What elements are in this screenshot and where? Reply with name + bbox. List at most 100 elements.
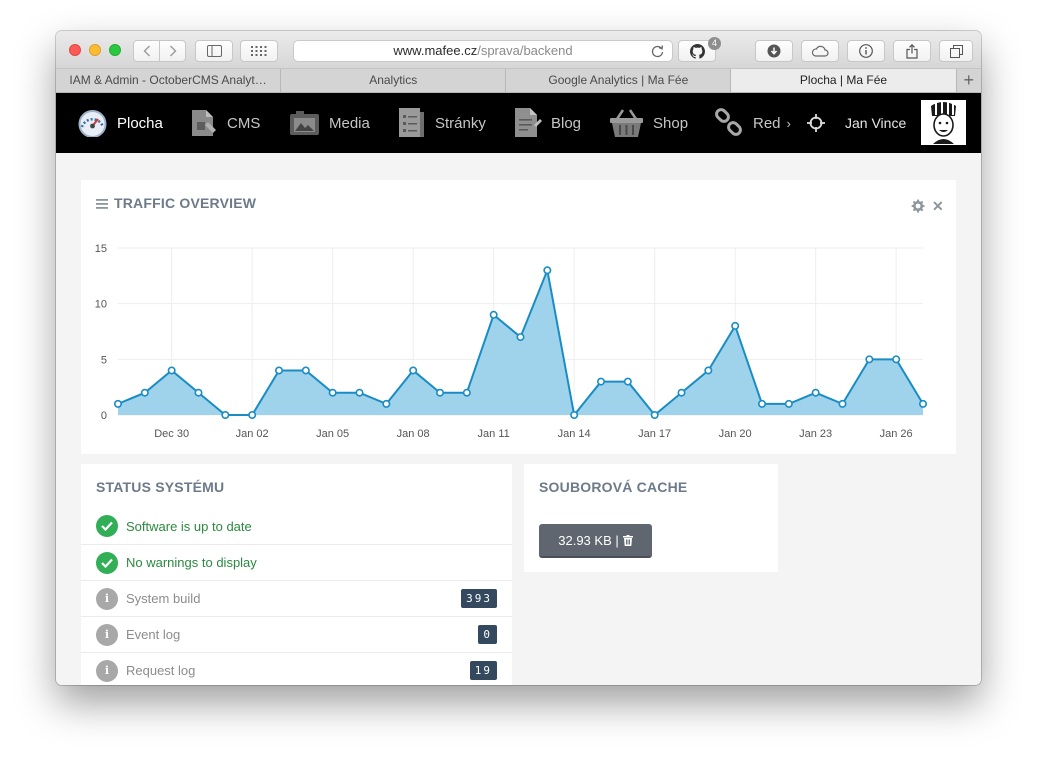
info-icon: i: [96, 659, 118, 682]
data-point: [248, 411, 257, 420]
address-bar[interactable]: www.mafee.cz/sprava/backend: [293, 40, 673, 62]
x-tick-label: Jan 26: [880, 428, 913, 440]
x-tick-label: Jan 05: [316, 428, 349, 440]
page-info-button[interactable]: [847, 40, 885, 62]
data-point: [704, 366, 713, 375]
shopping-basket-icon: [609, 108, 644, 138]
data-point: [918, 399, 927, 408]
data-point: [221, 411, 230, 420]
traffic-chart: 0 5 10 15 Dec 30 Jan 02 Jan 05 Jan 08 Jan 11 Jan …: [95, 243, 927, 440]
x-tick-label: Jan 11: [478, 428, 510, 440]
data-point: [731, 321, 740, 330]
nav-item-redirect[interactable]: Red ›: [714, 93, 791, 153]
download-icon: [767, 44, 781, 58]
info-icon: [859, 44, 873, 58]
backend-main-nav: Plocha CMS Media Stránky Blog Shop Red ›…: [56, 93, 981, 153]
data-point: [140, 388, 149, 397]
status-row-request-log[interactable]: i Request log 19: [81, 652, 512, 685]
data-point: [596, 377, 605, 386]
traffic-area: [118, 270, 923, 415]
nav-item-blog[interactable]: Blog: [512, 93, 581, 153]
status-label: No warnings to display: [126, 555, 257, 570]
tab-plocha[interactable]: Plocha | Ma Fée: [731, 69, 957, 92]
forward-button[interactable]: [159, 40, 186, 62]
github-extension-button[interactable]: 4: [678, 37, 721, 62]
data-point: [677, 388, 686, 397]
show-all-tabs-button[interactable]: [939, 40, 973, 62]
data-point: [543, 266, 552, 275]
top-sites-button[interactable]: [240, 40, 278, 62]
data-point: [355, 388, 364, 397]
zoom-window-button[interactable]: [109, 44, 121, 56]
reload-icon[interactable]: [651, 44, 664, 58]
data-point: [167, 366, 176, 375]
browser-toolbar: www.mafee.cz/sprava/backend 4: [56, 31, 981, 69]
data-point: [435, 388, 444, 397]
new-tab-button[interactable]: +: [957, 69, 981, 92]
tab-google-analytics[interactable]: Google Analytics | Ma Fée: [506, 69, 732, 92]
user-name[interactable]: Jan Vince: [845, 93, 906, 153]
tab-iam-admin[interactable]: IAM & Admin - OctoberCMS Analyt…: [56, 69, 282, 92]
share-button[interactable]: [893, 40, 931, 62]
nav-label-media: Media: [329, 114, 370, 132]
data-point: [275, 366, 284, 375]
x-tick-label: Jan 14: [558, 428, 591, 440]
status-row-event-log[interactable]: i Event log 0: [81, 616, 512, 652]
close-window-button[interactable]: [69, 44, 81, 56]
nav-item-plocha[interactable]: Plocha: [77, 93, 163, 153]
x-tick-label: Jan 08: [397, 428, 430, 440]
data-point: [516, 333, 525, 342]
status-row-system-build[interactable]: i System build 393: [81, 580, 512, 616]
cloud-icon: [811, 45, 829, 57]
clear-cache-button[interactable]: 32.93 KB |: [539, 524, 652, 558]
nav-menu-toggle[interactable]: [807, 93, 825, 153]
status-label: Software is up to date: [126, 518, 252, 534]
minimize-window-button[interactable]: [89, 44, 101, 56]
url-path: /sprava/backend: [477, 43, 573, 58]
status-row-no-warnings[interactable]: No warnings to display: [81, 544, 512, 580]
data-point: [811, 388, 820, 397]
icloud-tabs-button[interactable]: [801, 40, 839, 62]
status-label: Request log: [126, 663, 196, 678]
crosshair-icon: [807, 114, 825, 132]
downloads-button[interactable]: [755, 40, 793, 62]
file-cache-widget: SOUBOROVÁ CACHE 32.93 KB |: [524, 464, 778, 572]
user-avatar-icon: [931, 101, 956, 144]
nav-more-arrow[interactable]: ›: [787, 116, 791, 131]
count-badge: 0: [478, 625, 497, 644]
data-point: [382, 399, 391, 408]
nav-label-cms: CMS: [227, 114, 261, 132]
count-badge: 393: [461, 589, 497, 608]
status-row-up-to-date[interactable]: Software is up to date: [81, 508, 512, 544]
status-label: System build: [126, 591, 201, 606]
tab-analytics[interactable]: Analytics: [281, 69, 507, 92]
nav-item-cms[interactable]: CMS: [188, 93, 260, 153]
cache-size: 32.93 KB |: [558, 532, 619, 548]
nav-label-stranky: Stránky: [435, 114, 486, 132]
github-icon: [689, 43, 705, 59]
y-tick-label: 15: [95, 243, 107, 255]
widget-title: SOUBOROVÁ CACHE: [539, 479, 688, 495]
data-point: [409, 366, 418, 375]
chevron-right-icon: [169, 45, 176, 57]
tabs-overview-icon: [949, 44, 963, 58]
cms-icon: [188, 108, 218, 138]
notification-badge: 4: [708, 37, 721, 50]
grid-icon: [251, 46, 267, 56]
nav-item-stranky[interactable]: Stránky: [396, 93, 486, 153]
data-point: [194, 388, 203, 397]
sidebar-toggle-button[interactable]: [195, 40, 233, 62]
x-tick-label: Jan 20: [719, 428, 752, 440]
checkmark-icon: [96, 551, 118, 574]
avatar[interactable]: [921, 100, 966, 145]
data-point: [489, 310, 498, 319]
nav-item-shop[interactable]: Shop: [609, 93, 688, 153]
pages-icon: [396, 107, 426, 139]
info-icon: i: [96, 623, 118, 646]
nav-item-media[interactable]: Media: [289, 93, 370, 153]
back-button[interactable]: [133, 40, 160, 62]
trash-icon: [622, 534, 633, 546]
nav-label-redirect: Red: [753, 114, 781, 132]
y-tick-label: 5: [101, 354, 107, 366]
data-point: [892, 355, 901, 364]
